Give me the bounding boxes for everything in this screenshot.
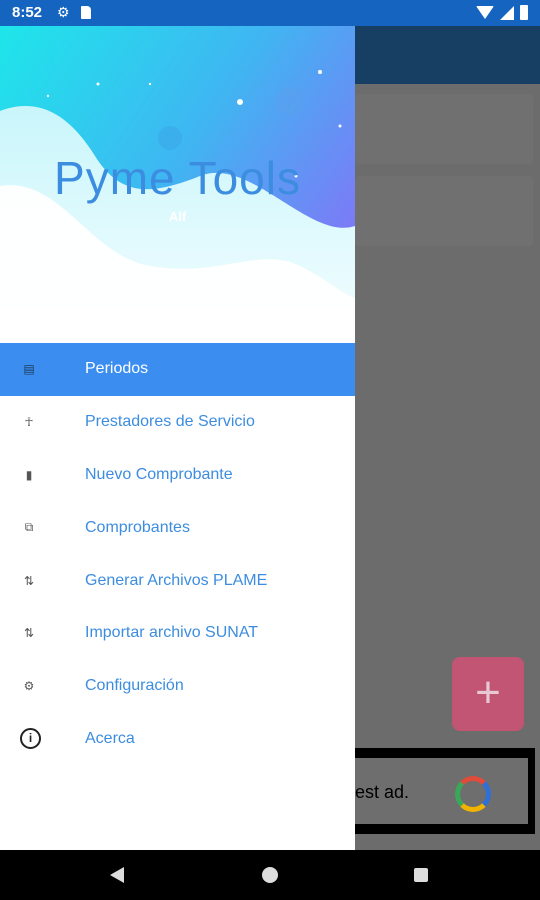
menu-item-acerca[interactable]: i Acerca xyxy=(0,713,355,766)
list-card xyxy=(355,94,533,164)
menu-item-label: Configuración xyxy=(85,677,184,695)
menu-item-nuevo-comprobante[interactable]: ▮ Nuevo Comprobante xyxy=(0,449,355,502)
drawer-header: Pyme Tools Alf xyxy=(0,26,355,343)
document-icon: ▮ xyxy=(25,467,33,482)
status-time: 8:52 xyxy=(12,4,43,21)
wifi-icon xyxy=(476,6,494,19)
menu-item-configuracion[interactable]: ⚙ Configuración xyxy=(0,660,355,713)
list-card xyxy=(355,176,533,246)
menu-item-label: Prestadores de Servicio xyxy=(85,413,255,431)
system-navigation-bar xyxy=(0,850,540,900)
swap-vertical-icon: ⇅ xyxy=(23,573,35,588)
status-bar: 8:52 ⚙ xyxy=(0,0,540,26)
menu-item-label: Periodos xyxy=(85,360,149,378)
menu-item-label: Generar Archivos PLAME xyxy=(85,571,268,589)
user-name: Alf xyxy=(168,209,187,224)
battery-icon xyxy=(520,5,528,20)
sd-card-icon xyxy=(81,6,91,19)
menu-item-periodos[interactable]: ▤ Periodos xyxy=(0,343,355,396)
menu-item-label: Comprobantes xyxy=(85,518,190,536)
app-title: Pyme Tools xyxy=(54,152,301,204)
menu-item-importar-sunat[interactable]: ⇅ Importar archivo SUNAT xyxy=(0,607,355,660)
recent-apps-icon[interactable] xyxy=(414,868,428,882)
ad-logo-icon xyxy=(455,776,491,812)
menu-item-label: Nuevo Comprobante xyxy=(85,465,233,483)
menu-item-generar-plame[interactable]: ⇅ Generar Archivos PLAME xyxy=(0,554,355,607)
menu-item-label: Acerca xyxy=(85,729,135,747)
ad-banner[interactable]: est ad. xyxy=(355,748,535,834)
signal-icon xyxy=(500,5,514,20)
home-icon[interactable] xyxy=(262,867,278,883)
swap-vertical-icon: ⇅ xyxy=(23,626,35,641)
ad-text: est ad. xyxy=(355,782,410,802)
menu-item-prestadores[interactable]: ☥ Prestadores de Servicio xyxy=(0,396,355,449)
add-button[interactable]: + xyxy=(452,657,524,731)
calendar-icon: ▤ xyxy=(23,362,35,377)
drawer-menu: ▤ Periodos ☥ Prestadores de Servicio ▮ N… xyxy=(0,343,355,765)
gear-icon: ⚙ xyxy=(23,679,35,694)
gear-icon: ⚙ xyxy=(57,4,70,20)
menu-item-label: Importar archivo SUNAT xyxy=(85,624,259,642)
menu-item-comprobantes[interactable]: ⧉ Comprobantes xyxy=(0,501,355,554)
back-icon[interactable] xyxy=(110,867,124,883)
person-icon: ☥ xyxy=(24,415,34,430)
documents-icon: ⧉ xyxy=(24,520,34,535)
navigation-drawer: Pyme Tools Alf ▤ Periodos ☥ Prestadores … xyxy=(0,26,355,850)
info-icon: i xyxy=(20,728,41,750)
